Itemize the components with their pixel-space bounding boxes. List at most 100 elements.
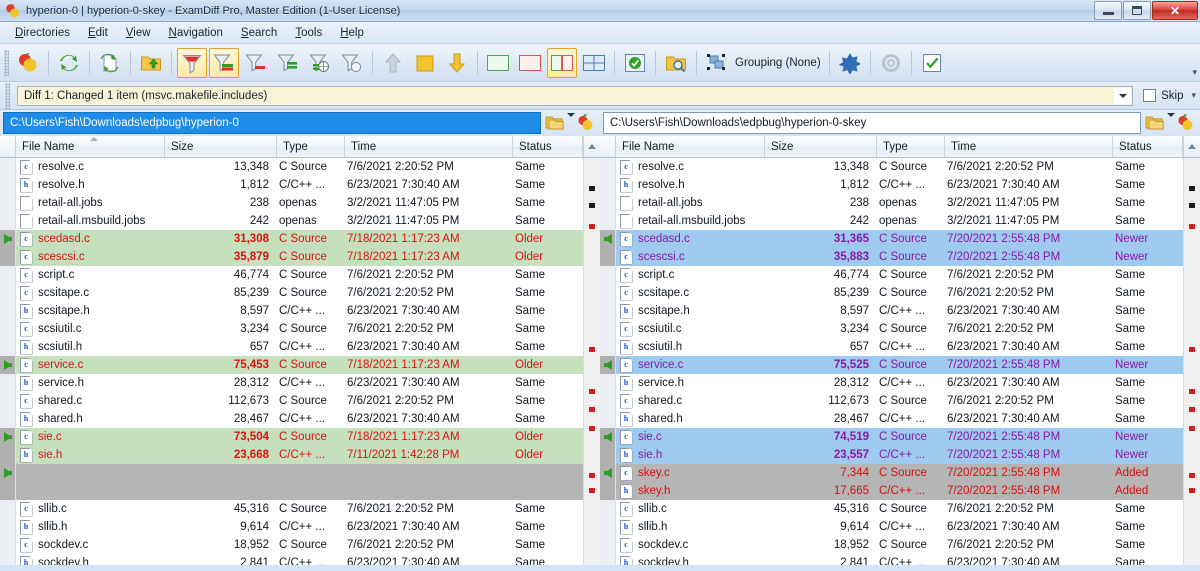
- row-action-gutter[interactable]: [600, 176, 616, 194]
- row-action-gutter[interactable]: [0, 428, 16, 446]
- table-row[interactable]: c scsiutil.c 3,234 C Source 7/6/2021 2:20:52…: [0, 320, 583, 338]
- copy-left-arrow-icon[interactable]: [603, 234, 612, 244]
- diff-bar-grip[interactable]: [5, 82, 10, 109]
- toolbar-overflow-button[interactable]: ▾: [1192, 67, 1197, 78]
- row-action-gutter[interactable]: [0, 338, 16, 356]
- row-action-gutter[interactable]: [0, 194, 16, 212]
- row-action-gutter[interactable]: [0, 176, 16, 194]
- row-action-gutter[interactable]: [600, 284, 616, 302]
- table-row[interactable]: c sllib.c 45,316 C Source 7/6/2021 2:20:52 P…: [600, 500, 1183, 518]
- panel-right-icon[interactable]: [515, 48, 545, 78]
- row-action-gutter[interactable]: [600, 158, 616, 176]
- row-action-gutter[interactable]: [600, 410, 616, 428]
- menu-tools[interactable]: Tools: [286, 24, 331, 42]
- table-row[interactable]: h scsiutil.h 657 C/C++ ... 6/23/2021 7:30:40…: [0, 338, 583, 356]
- row-action-gutter[interactable]: [600, 248, 616, 266]
- row-action-gutter[interactable]: [0, 464, 16, 482]
- right-header-status[interactable]: Status: [1113, 136, 1183, 157]
- row-action-gutter[interactable]: [0, 500, 16, 518]
- copy-left-arrow-icon[interactable]: [603, 360, 612, 370]
- grouping-label[interactable]: Grouping (None): [735, 57, 821, 69]
- table-row[interactable]: h sie.h 23,557 C/C++ ... 7/20/2021 2:55:48 P…: [600, 446, 1183, 464]
- row-action-gutter[interactable]: [0, 248, 16, 266]
- gear-icon[interactable]: [876, 48, 906, 78]
- table-row[interactable]: h service.h 28,312 C/C++ ... 6/23/2021 7:30:…: [0, 374, 583, 392]
- left-header-type[interactable]: Type: [277, 136, 345, 157]
- diff-bar-overflow-button[interactable]: ▾: [1191, 90, 1196, 101]
- recompare-icon[interactable]: [95, 48, 125, 78]
- menu-edit[interactable]: Edit: [79, 24, 117, 42]
- row-action-gutter[interactable]: [600, 392, 616, 410]
- table-row[interactable]: [0, 482, 583, 500]
- row-action-gutter[interactable]: [600, 554, 616, 565]
- row-action-gutter[interactable]: [0, 230, 16, 248]
- stop-icon[interactable]: [410, 48, 440, 78]
- row-action-gutter[interactable]: [600, 374, 616, 392]
- panel-split-icon[interactable]: [547, 47, 577, 78]
- filter-identical-icon[interactable]: [337, 48, 367, 78]
- table-row[interactable]: c shared.c 112,673 C Source 7/6/2021 2:20:52…: [0, 392, 583, 410]
- skip-checkbox[interactable]: [1143, 89, 1157, 102]
- row-action-gutter[interactable]: [0, 482, 16, 500]
- left-scroll-up-button[interactable]: [583, 136, 600, 157]
- row-action-gutter[interactable]: [0, 392, 16, 410]
- left-vertical-scrollbar[interactable]: [583, 158, 600, 565]
- browse-folders-icon[interactable]: [1145, 114, 1165, 132]
- left-header-status[interactable]: Status: [513, 136, 583, 157]
- refresh-icon[interactable]: [54, 48, 84, 78]
- right-header-file-name[interactable]: File Name: [616, 136, 765, 157]
- row-action-gutter[interactable]: [0, 518, 16, 536]
- row-action-gutter[interactable]: [600, 320, 616, 338]
- row-action-gutter[interactable]: [0, 374, 16, 392]
- close-button[interactable]: ✕: [1152, 1, 1198, 20]
- menu-directories[interactable]: Directories: [6, 24, 79, 42]
- row-action-gutter[interactable]: [600, 266, 616, 284]
- row-action-gutter[interactable]: [0, 212, 16, 230]
- browse-folders-icon[interactable]: [545, 114, 565, 132]
- table-row[interactable]: c skey.c 7,344 C Source 7/20/2021 2:55:48 PM…: [600, 464, 1183, 482]
- plugins-icon[interactable]: [835, 48, 865, 78]
- row-action-gutter[interactable]: [600, 212, 616, 230]
- table-row[interactable]: c scedasd.c 31,365 C Source 7/20/2021 2:55:4…: [600, 230, 1183, 248]
- toolbar-grip[interactable]: [4, 49, 9, 76]
- left-path-input[interactable]: C:\Users\Fish\Downloads\edpbug\hyperion-…: [3, 112, 541, 134]
- table-row[interactable]: c sie.c 74,519 C Source 7/20/2021 2:55:48 PM…: [600, 428, 1183, 446]
- checkmark-box-icon[interactable]: [917, 48, 947, 78]
- row-action-gutter[interactable]: [600, 536, 616, 554]
- left-header-time[interactable]: Time: [345, 136, 513, 157]
- folder-search-icon[interactable]: [661, 48, 691, 78]
- row-action-gutter[interactable]: [0, 410, 16, 428]
- menu-search[interactable]: Search: [232, 24, 286, 42]
- copy-left-arrow-icon[interactable]: [603, 468, 612, 478]
- row-action-gutter[interactable]: [600, 446, 616, 464]
- left-header-size[interactable]: Size: [165, 136, 277, 157]
- copy-right-arrow-icon[interactable]: [3, 360, 12, 370]
- right-scroll-up-button[interactable]: [1183, 136, 1200, 157]
- table-row[interactable]: [0, 464, 583, 482]
- table-row[interactable]: h sie.h 23,668 C/C++ ... 7/11/2021 1:42:28 P…: [0, 446, 583, 464]
- table-row[interactable]: retail-all.msbuild.jobs 242 openas 3/2/2021…: [600, 212, 1183, 230]
- table-row[interactable]: c sockdev.c 18,952 C Source 7/6/2021 2:20:52…: [600, 536, 1183, 554]
- right-compare-fruit-icon[interactable]: [1177, 114, 1195, 132]
- row-action-gutter[interactable]: [600, 482, 616, 500]
- right-path-input[interactable]: C:\Users\Fish\Downloads\edpbug\hyperion-…: [603, 112, 1141, 134]
- table-row[interactable]: c scsiutil.c 3,234 C Source 7/6/2021 2:20:52…: [600, 320, 1183, 338]
- row-action-gutter[interactable]: [0, 554, 16, 565]
- table-row[interactable]: h sllib.h 9,614 C/C++ ... 6/23/2021 7:30:40 …: [600, 518, 1183, 536]
- row-action-gutter[interactable]: [0, 446, 16, 464]
- filter-added-icon[interactable]: [273, 48, 303, 78]
- table-row[interactable]: c service.c 75,525 C Source 7/20/2021 2:55:4…: [600, 356, 1183, 374]
- table-row[interactable]: retail-all.jobs 238 openas 3/2/2021 11:47:0…: [600, 194, 1183, 212]
- table-row[interactable]: h service.h 28,312 C/C++ ... 6/23/2021 7:30:…: [600, 374, 1183, 392]
- filter-orphan-icon[interactable]: [305, 48, 335, 78]
- skip-control[interactable]: Skip: [1143, 89, 1183, 102]
- row-action-gutter[interactable]: [600, 428, 616, 446]
- copy-left-arrow-icon[interactable]: [603, 432, 612, 442]
- table-row[interactable]: h sockdev.h 2,841 C/C++ ... 6/23/2021 7:30:4…: [0, 554, 583, 565]
- table-row[interactable]: c script.c 46,774 C Source 7/6/2021 2:20:52 …: [600, 266, 1183, 284]
- row-action-gutter[interactable]: [600, 338, 616, 356]
- filter-changed-icon[interactable]: [209, 47, 239, 78]
- check-circle-icon[interactable]: [620, 48, 650, 78]
- compare-icon[interactable]: [13, 48, 43, 78]
- table-row[interactable]: c sie.c 73,504 C Source 7/18/2021 1:17:23 AM…: [0, 428, 583, 446]
